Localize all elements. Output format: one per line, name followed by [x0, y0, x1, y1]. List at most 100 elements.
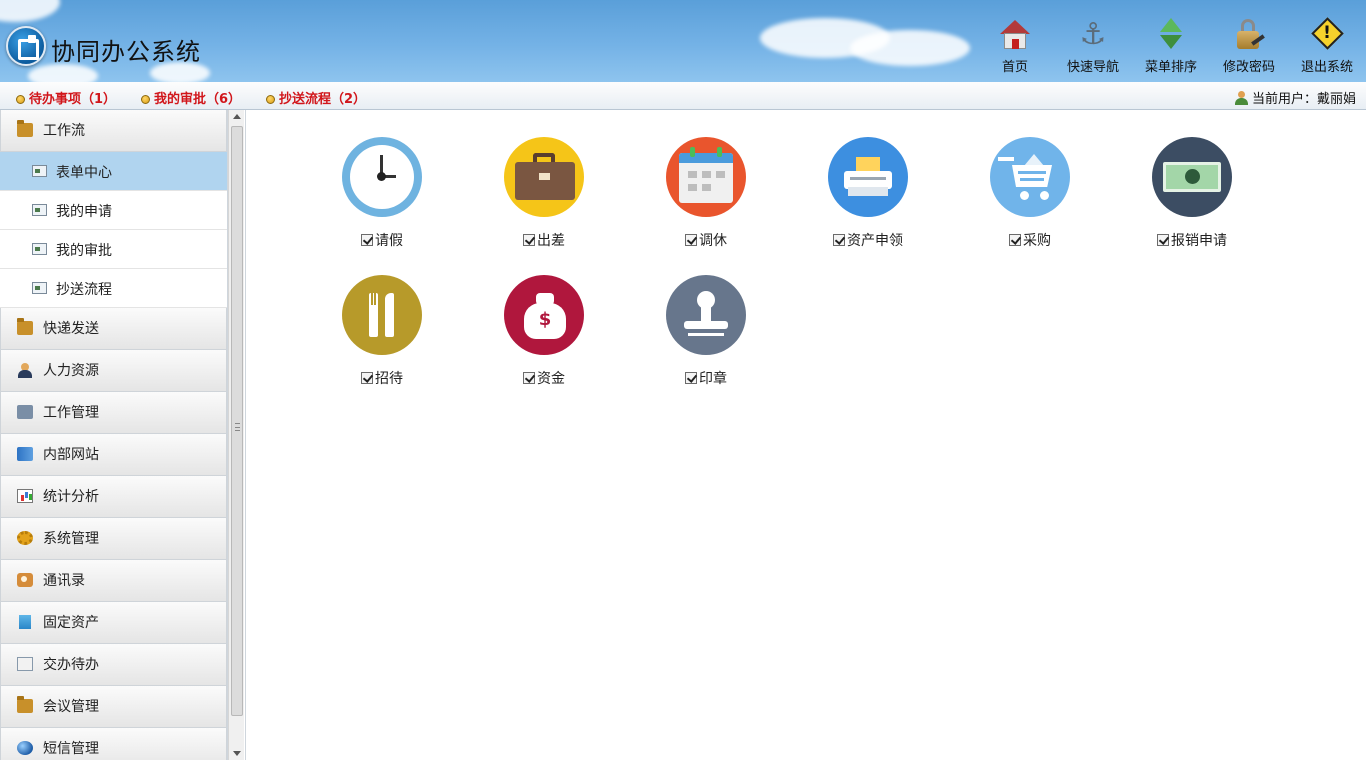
sidebar-item-my-applications[interactable]: 我的申请: [0, 191, 227, 230]
app-checkbox[interactable]: [685, 372, 697, 384]
top-nav: 首页 ⚓ 快速导航 菜单排序 修改密码 ! 退出系统: [976, 17, 1366, 76]
sort-icon: [1154, 18, 1188, 52]
sidebar-group-system[interactable]: 系统管理: [0, 518, 227, 560]
sidebar-group-label: 工作管理: [43, 405, 99, 421]
cutlery-icon: [342, 275, 422, 355]
contact-icon: [17, 573, 33, 587]
sidebar-item-label: 我的审批: [56, 243, 112, 259]
app-label: 印章: [641, 368, 771, 388]
chart-icon: [17, 489, 33, 503]
quick-nav-button[interactable]: ⚓ 快速导航: [1054, 17, 1132, 76]
cart-icon: [990, 137, 1070, 217]
sidebar-group-work-management[interactable]: 工作管理: [0, 392, 227, 434]
my-approval-link[interactable]: 我的审批（6）: [141, 88, 241, 107]
book-icon: [17, 447, 33, 461]
cloud-decoration: [0, 0, 60, 22]
app-checkbox[interactable]: [523, 372, 535, 384]
sidebar-group-fixed-assets[interactable]: 固定资产: [0, 602, 227, 644]
bullet-icon: [16, 95, 25, 104]
sidebar-group-meetings[interactable]: 会议管理: [0, 686, 227, 728]
app-label: 调休: [641, 230, 771, 250]
document-icon: [17, 657, 33, 671]
menu-sort-button[interactable]: 菜单排序: [1132, 18, 1210, 75]
change-password-button[interactable]: 修改密码: [1210, 18, 1288, 75]
cc-flow-link[interactable]: 抄送流程（2）: [266, 88, 366, 107]
app-funds[interactable]: $ 资金: [479, 275, 609, 388]
app-checkbox[interactable]: [1009, 234, 1021, 246]
sidebar-group-label: 通讯录: [43, 573, 85, 589]
money-bag-icon: $: [504, 275, 584, 355]
sidebar-group-assignments[interactable]: 交办待办: [0, 644, 227, 686]
form-icon: [32, 243, 47, 255]
stamp-icon: [666, 275, 746, 355]
scroll-thumb[interactable]: [231, 126, 243, 716]
folder-icon: [17, 696, 33, 713]
sidebar-group-express[interactable]: 快递发送: [0, 308, 227, 350]
menu-sort-label: 菜单排序: [1144, 60, 1197, 75]
sidebar-group-hr[interactable]: 人力资源: [0, 350, 227, 392]
app-business-trip[interactable]: 出差: [479, 137, 609, 250]
sidebar-item-form-center[interactable]: 表单中心: [0, 152, 227, 191]
sidebar-group-label: 统计分析: [43, 489, 99, 505]
sidebar-item-label: 表单中心: [56, 165, 112, 181]
sidebar-group-label: 固定资产: [43, 615, 99, 631]
app-label: 出差: [479, 230, 609, 250]
sidebar-group-label: 快递发送: [43, 321, 99, 337]
anchor-icon: ⚓: [1079, 17, 1107, 52]
app-title: 协同办公系统: [51, 38, 201, 66]
header-banner: 协同办公系统 首页 ⚓ 快速导航 菜单排序 修改密码 ! 退出系统: [0, 0, 1366, 82]
sidebar-group-intranet[interactable]: 内部网站: [0, 434, 227, 476]
gear-icon: [17, 531, 33, 545]
user-icon: [1234, 91, 1248, 105]
app-time-off[interactable]: 调休: [641, 137, 771, 250]
scroll-down-icon[interactable]: [229, 746, 245, 760]
calendar-icon: [666, 137, 746, 217]
app-leave[interactable]: 请假: [317, 137, 447, 250]
current-user: 当前用户：戴丽娟: [1234, 88, 1356, 107]
app-label: 资金: [479, 368, 609, 388]
app-asset-request[interactable]: 资产申领: [803, 137, 933, 250]
app-purchase[interactable]: 采购: [965, 137, 1095, 250]
home-button[interactable]: 首页: [976, 18, 1054, 75]
briefcase-icon: [504, 137, 584, 217]
lock-icon: [1232, 18, 1266, 52]
app-label: 请假: [317, 230, 447, 250]
folder-icon: [17, 120, 33, 137]
app-checkbox[interactable]: [1157, 234, 1169, 246]
sidebar-group-label: 人力资源: [43, 363, 99, 379]
app-label: 资产申领: [803, 230, 933, 250]
sidebar-group-label: 交办待办: [43, 657, 99, 673]
app-entertainment[interactable]: 招待: [317, 275, 447, 388]
sidebar-group-label: 短信管理: [43, 741, 99, 757]
sidebar-group-label: 工作流: [43, 123, 85, 139]
sidebar-group-workflow[interactable]: 工作流: [0, 110, 227, 152]
app-checkbox[interactable]: [361, 234, 373, 246]
app-seal[interactable]: 印章: [641, 275, 771, 388]
sidebar-item-cc-flow[interactable]: 抄送流程: [0, 269, 227, 308]
sidebar-group-label: 会议管理: [43, 699, 99, 715]
todo-link[interactable]: 待办事项（1）: [16, 88, 116, 107]
sidebar-item-my-approvals[interactable]: 我的审批: [0, 230, 227, 269]
grip-icon: [235, 423, 240, 431]
sidebar-scrollbar[interactable]: [228, 110, 244, 760]
app-reimbursement[interactable]: 报销申请: [1127, 137, 1257, 250]
logout-button[interactable]: ! 退出系统: [1288, 17, 1366, 75]
sidebar-group-statistics[interactable]: 统计分析: [0, 476, 227, 518]
app-checkbox[interactable]: [523, 234, 535, 246]
app-checkbox[interactable]: [361, 372, 373, 384]
money-icon: [1152, 137, 1232, 217]
sidebar-group-sms[interactable]: 短信管理: [0, 728, 227, 760]
current-user-label: 当前用户：戴丽娟: [1251, 92, 1356, 107]
cc-flow-label: 抄送流程（2）: [279, 92, 367, 107]
building-icon: [19, 615, 31, 629]
app-checkbox[interactable]: [833, 234, 845, 246]
sidebar-group-contacts[interactable]: 通讯录: [0, 560, 227, 602]
clock-icon: [342, 137, 422, 217]
scroll-up-icon[interactable]: [229, 110, 245, 124]
app-checkbox[interactable]: [685, 234, 697, 246]
bullet-icon: [266, 95, 275, 104]
person-icon: [17, 363, 33, 378]
app-label: 招待: [317, 368, 447, 388]
form-center-panel: 请假 出差 调休 资产申领 采购 报销申请 招待 $ 资金 印章: [245, 110, 1366, 760]
form-icon: [32, 165, 47, 177]
